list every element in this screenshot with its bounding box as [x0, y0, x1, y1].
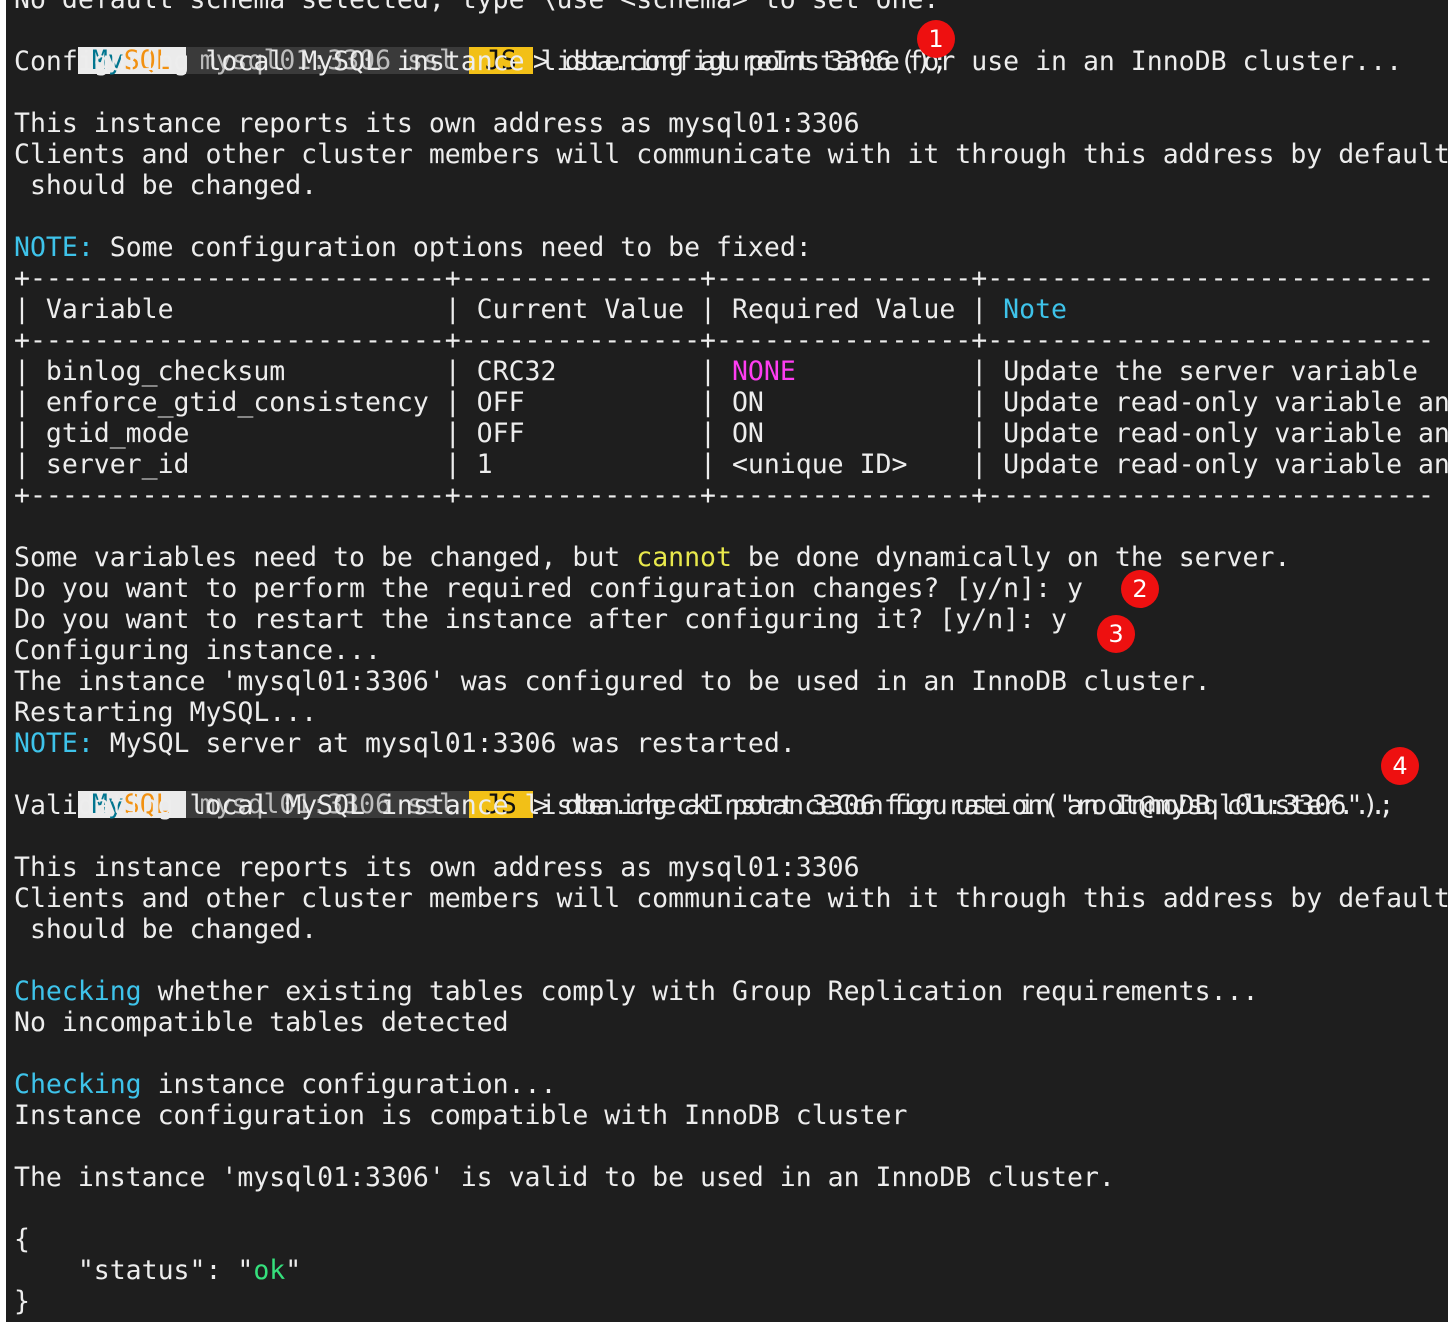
output-line: Clients and other cluster members will c… [14, 883, 1448, 914]
confirm-prompt-line: Do you want to restart the instance afte… [14, 604, 1067, 635]
next-prompt-line[interactable]: MySQLmysql01:3306 sslJS [14, 1317, 533, 1322]
output-line: Configuring instance... [14, 635, 381, 666]
required-value-highlight: NONE [731, 356, 796, 387]
output-line: Some variables need to be changed, but c… [14, 542, 1291, 573]
output-line: No default schema selected; type \use <s… [14, 0, 939, 15]
command-line-configure[interactable]: MySQL mysql01:3306 ssl JS > dba.configureIn… [14, 15, 948, 77]
output-line: should be changed. [14, 914, 318, 945]
cannot-highlight: cannot [636, 542, 732, 573]
table-border: +--------------------------+------------… [14, 263, 1434, 294]
confirm-prompt-line: Do you want to perform the required conf… [14, 573, 1083, 604]
command-line-check[interactable]: MySQL mysql01:3306 ssl JS > dba.checkInstan… [14, 759, 1394, 821]
note-label: NOTE: [14, 232, 94, 263]
output-line: Configuring local MySQL instance listeni… [14, 46, 1403, 77]
table-border: +--------------------------+------------… [14, 480, 1434, 511]
json-open-brace: { [14, 1224, 30, 1255]
note-column-header: Note [1003, 294, 1067, 325]
annotation-marker-1: 1 [917, 20, 955, 58]
table-row: | binlog_checksum | CRC32 | NONE | Updat… [14, 356, 1419, 387]
table-border: +--------------------------+------------… [14, 325, 1434, 356]
output-line: Clients and other cluster members will c… [14, 139, 1448, 170]
checking-label: Checking [14, 976, 142, 1007]
terminal-window: No default schema selected; type \use <s… [6, 0, 1448, 1322]
checking-label: Checking [14, 1069, 142, 1100]
table-row: | enforce_gtid_consistency | OFF | ON | … [14, 387, 1448, 418]
output-line: Checking whether existing tables comply … [14, 976, 1259, 1007]
annotation-marker-4: 4 [1381, 747, 1419, 785]
output-line: Instance configuration is compatible wit… [14, 1100, 908, 1131]
output-line: Checking instance configuration... [14, 1069, 557, 1100]
table-row: | server_id | 1 | <unique ID> | Update r… [14, 449, 1448, 480]
json-close-brace: } [14, 1286, 30, 1317]
table-header: | Variable | Current Value | Required Va… [14, 294, 1067, 325]
note-line: NOTE: Some configuration options need to… [14, 232, 812, 263]
annotation-marker-2: 2 [1121, 570, 1159, 608]
output-line: The instance 'mysql01:3306' is valid to … [14, 1162, 1115, 1193]
output-line: No incompatible tables detected [14, 1007, 509, 1038]
output-line: This instance reports its own address as… [14, 852, 860, 883]
output-line: Restarting MySQL... [14, 697, 318, 728]
output-line: Validating local MySQL instance listenin… [14, 790, 1387, 821]
output-line: should be changed. [14, 170, 318, 201]
output-line: This instance reports its own address as… [14, 108, 860, 139]
json-status-line: "status": "ok" [14, 1255, 302, 1286]
note-label: NOTE: [14, 728, 94, 759]
annotation-marker-3: 3 [1097, 615, 1135, 653]
note-line: NOTE: MySQL server at mysql01:3306 was r… [14, 728, 796, 759]
status-ok-value: ok [253, 1255, 286, 1286]
output-line: The instance 'mysql01:3306' was configur… [14, 666, 1211, 697]
table-row: | gtid_mode | OFF | ON | Update read-onl… [14, 418, 1448, 449]
